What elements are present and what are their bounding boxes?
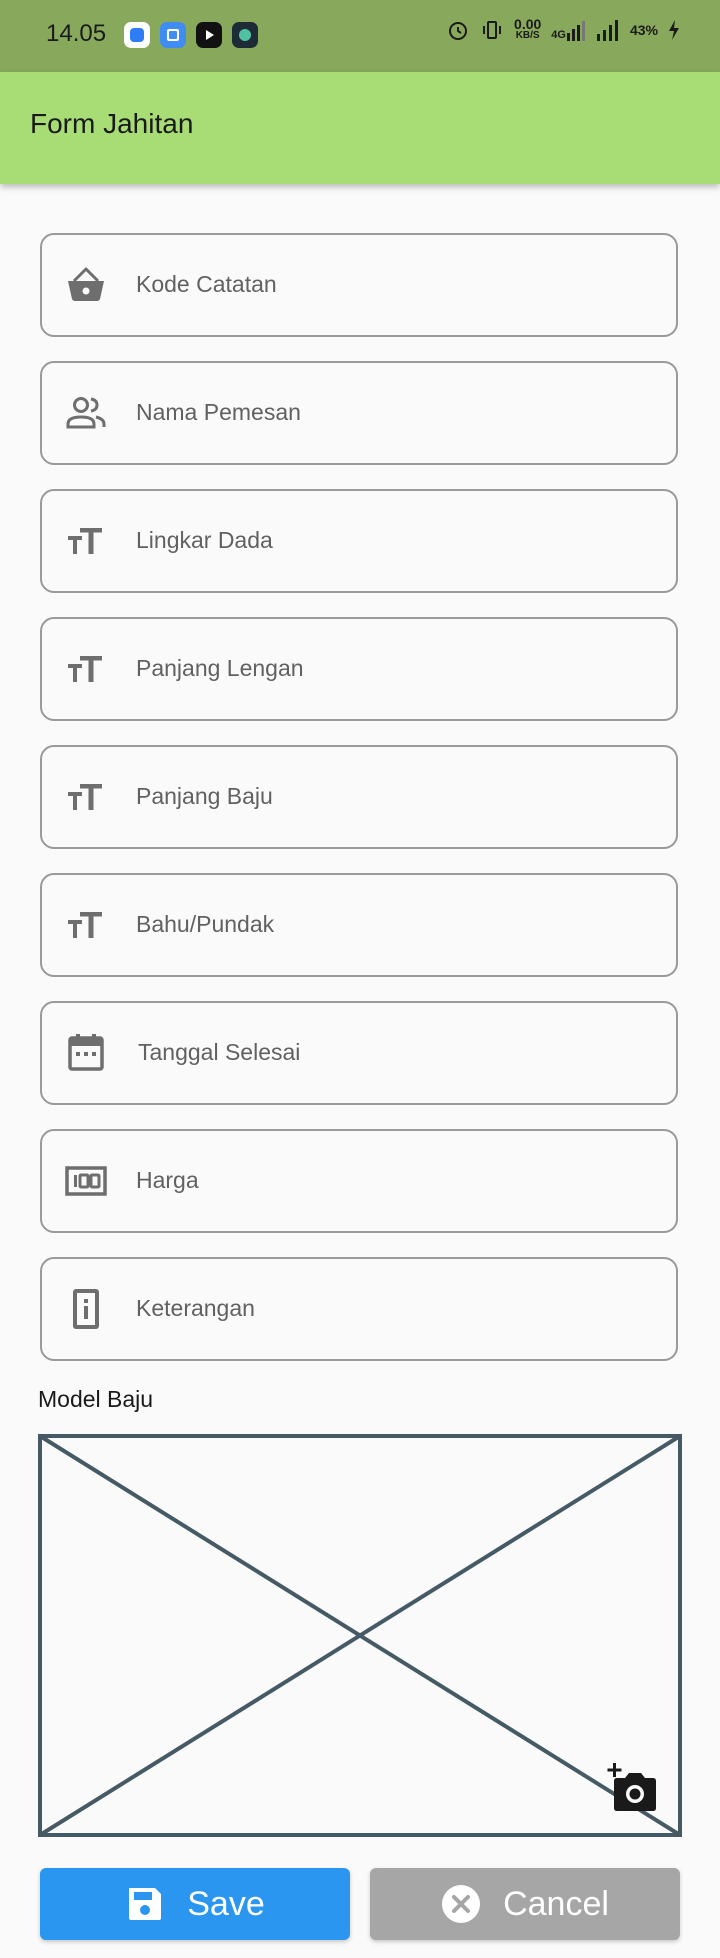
save-icon — [129, 1888, 162, 1920]
status-bar: 14.05 0.00 KB/S 4G 43% — [0, 0, 720, 72]
status-notification-icons — [124, 22, 258, 48]
signal-4g-icon: 4G — [551, 19, 586, 41]
add-photo-icon[interactable] — [606, 1762, 658, 1814]
status-system-icons: 0.00 KB/S 4G 43% — [446, 16, 680, 42]
info-icon — [73, 1289, 99, 1329]
keterangan-label: Keterangan — [136, 1295, 255, 1321]
bahu-pundak-field[interactable]: Bahu/Pundak — [40, 873, 678, 977]
kode-catatan-field[interactable]: Kode Catatan — [40, 233, 678, 337]
panjang-lengan-label: Panjang Lengan — [136, 655, 304, 681]
cancel-icon — [442, 1885, 481, 1923]
files-icon — [160, 22, 186, 48]
basket-icon — [68, 267, 104, 301]
image-placeholder[interactable] — [38, 1434, 682, 1837]
page-title: Form Jahitan — [30, 108, 194, 139]
bahu-pundak-label: Bahu/Pundak — [136, 911, 275, 937]
messenger-icon — [124, 22, 150, 48]
kode-catatan-label: Kode Catatan — [136, 271, 277, 297]
harga-label: Harga — [136, 1167, 199, 1193]
vibrate-icon — [483, 21, 502, 39]
battery-level: 43% — [629, 22, 658, 38]
people-icon — [66, 397, 106, 429]
youtube-icon — [196, 22, 222, 48]
text-size-icon — [68, 912, 102, 938]
signal-icon — [596, 20, 618, 41]
cancel-button[interactable]: Cancel — [370, 1868, 680, 1940]
status-time: 14.05 — [46, 20, 107, 47]
tanggal-selesai-field[interactable]: Tanggal Selesai — [40, 1001, 678, 1105]
lingkar-dada-field[interactable]: Lingkar Dada — [40, 489, 678, 593]
save-button[interactable]: Save — [40, 1868, 350, 1940]
harga-field[interactable]: Harga — [40, 1129, 678, 1233]
model-baju-label: Model Baju — [38, 1386, 154, 1412]
keterangan-field[interactable]: Keterangan — [40, 1257, 678, 1361]
panjang-baju-label: Panjang Baju — [136, 783, 273, 809]
app-bar: Form Jahitan — [0, 72, 720, 184]
nama-pemesan-label: Nama Pemesan — [136, 399, 301, 425]
calendar-icon — [68, 1034, 104, 1071]
text-size-icon — [68, 656, 102, 682]
vpn-icon — [232, 22, 258, 48]
alarm-icon — [449, 22, 468, 40]
text-size-icon — [68, 528, 102, 554]
panjang-baju-field[interactable]: Panjang Baju — [40, 745, 678, 849]
save-label: Save — [187, 1884, 265, 1923]
net-speed: 0.00 KB/S — [514, 16, 542, 41]
cancel-label: Cancel — [503, 1884, 609, 1923]
text-size-icon — [68, 784, 102, 810]
lingkar-dada-label: Lingkar Dada — [136, 527, 273, 553]
panjang-lengan-field[interactable]: Panjang Lengan — [40, 617, 678, 721]
money-100-icon — [65, 1166, 107, 1196]
nama-pemesan-field[interactable]: Nama Pemesan — [40, 361, 678, 465]
charging-icon — [669, 20, 679, 40]
tanggal-selesai-label: Tanggal Selesai — [138, 1039, 301, 1065]
